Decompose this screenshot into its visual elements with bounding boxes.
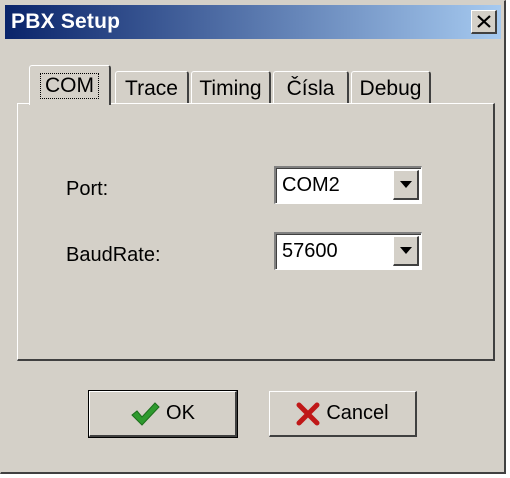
- tab-com[interactable]: COM: [29, 65, 111, 105]
- tab-timing[interactable]: Timing: [191, 71, 271, 105]
- tab-trace[interactable]: Trace: [115, 71, 189, 105]
- baudrate-dropdown-button[interactable]: [393, 236, 419, 266]
- chevron-down-icon: [400, 181, 412, 188]
- cancel-label: Cancel: [326, 402, 389, 424]
- tab-label: Timing: [199, 76, 262, 100]
- tab-label: Trace: [125, 76, 178, 100]
- baudrate-label: BaudRate:: [66, 244, 161, 266]
- tab-panel-com: Port: COM2 BaudRate: 57600: [17, 103, 495, 361]
- x-icon: [296, 402, 320, 425]
- port-select[interactable]: COM2: [274, 166, 422, 204]
- tab-debug[interactable]: Debug: [351, 71, 431, 105]
- close-button[interactable]: [471, 10, 497, 34]
- title-bar: PBX Setup: [5, 5, 501, 39]
- baudrate-select[interactable]: 57600: [274, 232, 422, 270]
- pbx-setup-dialog: PBX Setup COM Trace Timing Čísla Debug P…: [0, 0, 506, 474]
- tab-label: Debug: [359, 76, 422, 100]
- baudrate-value: 57600: [282, 240, 338, 262]
- window-title: PBX Setup: [11, 10, 121, 33]
- checkmark-icon: [131, 401, 160, 426]
- ok-button[interactable]: OK: [88, 390, 238, 438]
- tab-label: COM: [40, 72, 99, 99]
- ok-label: OK: [166, 402, 195, 424]
- tab-cisla[interactable]: Čísla: [273, 71, 349, 105]
- tab-label: Čísla: [286, 76, 335, 100]
- cancel-button[interactable]: Cancel: [269, 391, 417, 437]
- close-icon: [477, 15, 491, 28]
- chevron-down-icon: [400, 247, 412, 254]
- port-value: COM2: [282, 174, 340, 196]
- port-dropdown-button[interactable]: [393, 170, 419, 200]
- port-label: Port:: [66, 178, 109, 200]
